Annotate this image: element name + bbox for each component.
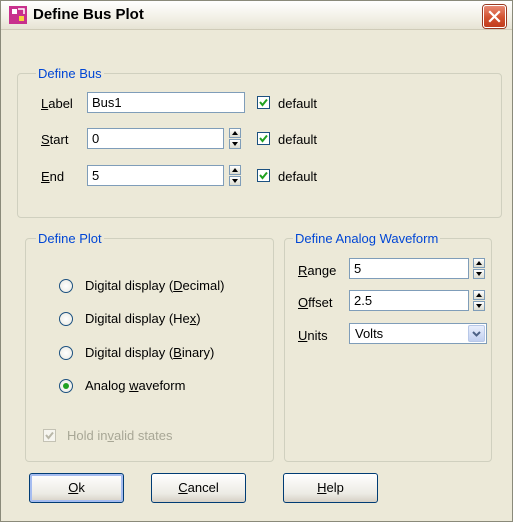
spin-down-icon[interactable] bbox=[473, 301, 485, 311]
radio-binary-label: Digital display (Binary) bbox=[85, 345, 215, 360]
offset-spinner[interactable] bbox=[473, 290, 485, 311]
end-default-checkbox[interactable] bbox=[257, 169, 270, 182]
close-icon bbox=[488, 10, 501, 23]
end-field-label: End bbox=[41, 169, 65, 184]
window-title: Define Bus Plot bbox=[33, 6, 144, 23]
radio-decimal[interactable] bbox=[59, 279, 73, 293]
label-default-text: default bbox=[278, 96, 318, 111]
label-field-label: Label bbox=[41, 96, 73, 111]
title-bar[interactable]: Define Bus Plot bbox=[1, 1, 512, 30]
end-input[interactable]: 5 bbox=[87, 165, 224, 186]
units-select[interactable]: Volts bbox=[349, 323, 487, 344]
end-default-text: default bbox=[278, 169, 318, 184]
radio-hex-label: Digital display (Hex) bbox=[85, 311, 201, 326]
spin-up-icon[interactable] bbox=[473, 290, 485, 300]
range-field-label: Range bbox=[298, 263, 337, 278]
radio-analog-label: Analog waveform bbox=[85, 378, 186, 393]
hold-invalid-label: Hold invalid states bbox=[67, 428, 173, 443]
spin-down-icon[interactable] bbox=[229, 139, 241, 149]
checkmark-icon bbox=[259, 171, 268, 180]
spin-down-icon[interactable] bbox=[473, 269, 485, 279]
offset-field-label: Offset bbox=[298, 295, 333, 310]
checkmark-icon bbox=[259, 134, 268, 143]
radio-binary[interactable] bbox=[59, 346, 73, 360]
range-spinner[interactable] bbox=[473, 258, 485, 279]
define-bus-legend: Define Bus bbox=[36, 66, 104, 81]
units-value: Volts bbox=[355, 326, 384, 341]
dialog-window: Define Bus Plot Define Bus Label Bus1 de… bbox=[0, 0, 513, 522]
help-button[interactable]: Help bbox=[283, 473, 378, 503]
units-field-label: Units bbox=[298, 328, 328, 343]
radio-decimal-label: Digital display (Decimal) bbox=[85, 278, 225, 293]
close-button[interactable] bbox=[483, 5, 506, 28]
start-spinner[interactable] bbox=[229, 128, 241, 149]
range-input[interactable]: 5 bbox=[349, 258, 469, 279]
spin-up-icon[interactable] bbox=[473, 258, 485, 268]
app-icon bbox=[9, 6, 27, 24]
radio-analog[interactable] bbox=[59, 379, 73, 393]
end-spinner[interactable] bbox=[229, 165, 241, 186]
define-plot-legend: Define Plot bbox=[36, 231, 104, 246]
label-input[interactable]: Bus1 bbox=[87, 92, 245, 113]
define-analog-legend: Define Analog Waveform bbox=[293, 231, 441, 246]
checkmark-icon bbox=[45, 431, 54, 440]
offset-input[interactable]: 2.5 bbox=[349, 290, 469, 311]
start-field-label: Start bbox=[41, 132, 69, 147]
start-default-text: default bbox=[278, 132, 318, 147]
hold-invalid-checkbox[interactable] bbox=[43, 429, 56, 442]
cancel-button[interactable]: Cancel bbox=[151, 473, 246, 503]
radio-hex[interactable] bbox=[59, 312, 73, 326]
checkmark-icon bbox=[259, 98, 268, 107]
chevron-down-icon[interactable] bbox=[468, 325, 485, 342]
label-default-checkbox[interactable] bbox=[257, 96, 270, 109]
start-default-checkbox[interactable] bbox=[257, 132, 270, 145]
spin-up-icon[interactable] bbox=[229, 165, 241, 175]
spin-up-icon[interactable] bbox=[229, 128, 241, 138]
start-input[interactable]: 0 bbox=[87, 128, 224, 149]
spin-down-icon[interactable] bbox=[229, 176, 241, 186]
ok-button[interactable]: Ok bbox=[29, 473, 124, 503]
